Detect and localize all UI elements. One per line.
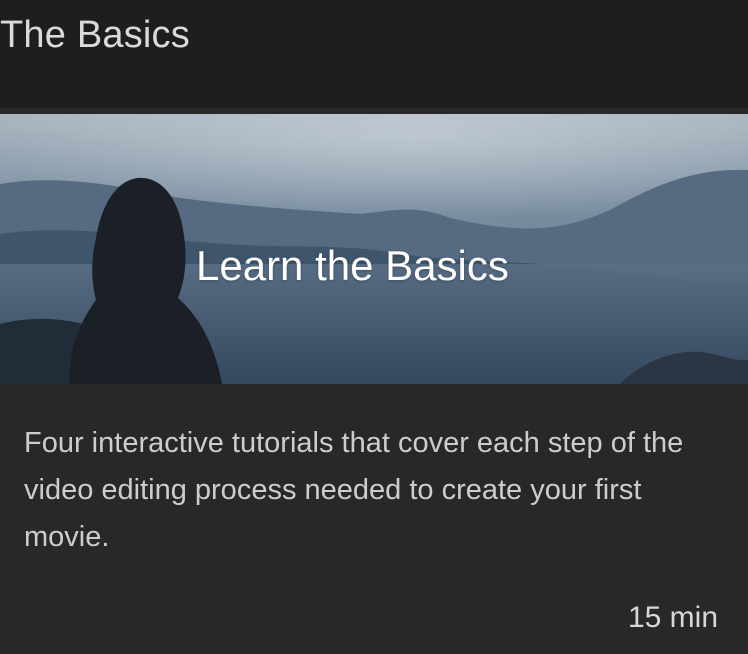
duration-label: 15 min bbox=[627, 601, 718, 634]
tutorial-card[interactable]: Learn the Basics Four interactive tutori… bbox=[0, 108, 748, 654]
tutorial-thumbnail[interactable]: Learn the Basics bbox=[0, 114, 748, 384]
basics-panel: The Basics Learn the Basics Four interac… bbox=[0, 0, 748, 654]
section-title: The Basics bbox=[0, 14, 190, 56]
tutorial-description: Four interactive tutorials that cover ea… bbox=[24, 427, 684, 553]
thumbnail-title: Learn the Basics bbox=[196, 242, 509, 289]
